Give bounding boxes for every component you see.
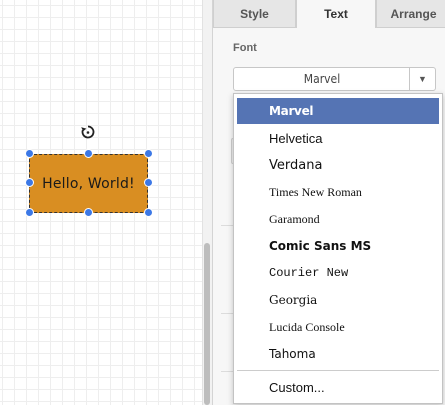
tab-text-label: Text bbox=[324, 7, 348, 21]
tab-arrange-label: Arrange bbox=[390, 6, 437, 21]
font-option-label: Verdana bbox=[269, 157, 323, 173]
font-option-tahoma[interactable]: Tahoma bbox=[237, 341, 439, 367]
font-option-label: Courier New bbox=[269, 266, 349, 280]
resize-handle-e[interactable] bbox=[144, 178, 153, 187]
font-select-value: Marvel bbox=[303, 72, 341, 86]
canvas-scrollbar-thumb[interactable] bbox=[204, 243, 210, 405]
selected-shape[interactable]: Hello, World! bbox=[29, 154, 148, 213]
resize-handle-s[interactable] bbox=[84, 208, 93, 217]
font-option-lucida-console[interactable]: Lucida Console bbox=[237, 314, 439, 340]
chevron-down-icon[interactable]: ▼ bbox=[409, 68, 435, 90]
font-option-label: Marvel bbox=[269, 104, 314, 118]
font-option-comic-sans[interactable]: Comic Sans MS bbox=[237, 233, 439, 259]
font-option-label: Custom... bbox=[269, 379, 325, 395]
font-section-label: Font bbox=[233, 42, 257, 54]
font-option-verdana[interactable]: Verdana bbox=[237, 152, 439, 178]
font-dropdown-menu: Marvel Helvetica Verdana Times New Roman… bbox=[233, 93, 443, 404]
font-option-label: Times New Roman bbox=[269, 184, 362, 199]
font-option-label: Lucida Console bbox=[269, 319, 345, 334]
tab-arrange[interactable]: Arrange bbox=[376, 0, 445, 28]
format-tabs: Style Text Arrange bbox=[213, 0, 445, 28]
font-option-times-new-roman[interactable]: Times New Roman bbox=[237, 179, 439, 205]
dropdown-separator bbox=[237, 370, 439, 371]
resize-handle-se[interactable] bbox=[144, 208, 153, 217]
resize-handle-n[interactable] bbox=[84, 149, 93, 158]
font-option-marvel[interactable]: Marvel bbox=[237, 98, 439, 124]
font-family-select[interactable]: Marvel ▼ bbox=[233, 67, 436, 91]
font-option-label: Garamond bbox=[269, 211, 320, 226]
font-option-helvetica[interactable]: Helvetica bbox=[237, 125, 439, 151]
font-option-label: Georgia bbox=[269, 293, 318, 307]
font-option-custom[interactable]: Custom... bbox=[237, 374, 439, 400]
tab-style[interactable]: Style bbox=[213, 0, 296, 28]
resize-handle-ne[interactable] bbox=[144, 149, 153, 158]
tab-text[interactable]: Text bbox=[296, 0, 376, 28]
shape-label: Hello, World! bbox=[42, 175, 135, 192]
font-option-georgia[interactable]: Georgia bbox=[237, 287, 439, 313]
font-option-label: Helvetica bbox=[269, 130, 323, 146]
font-option-garamond[interactable]: Garamond bbox=[237, 206, 439, 232]
resize-handle-sw[interactable] bbox=[25, 208, 34, 217]
font-option-courier-new[interactable]: Courier New bbox=[237, 260, 439, 286]
resize-handle-nw[interactable] bbox=[25, 149, 34, 158]
tab-style-label: Style bbox=[240, 6, 269, 21]
font-option-label: Comic Sans MS bbox=[269, 239, 372, 253]
resize-handle-w[interactable] bbox=[25, 178, 34, 187]
rotate-handle-icon[interactable] bbox=[80, 124, 96, 140]
font-option-label: Tahoma bbox=[269, 347, 316, 361]
